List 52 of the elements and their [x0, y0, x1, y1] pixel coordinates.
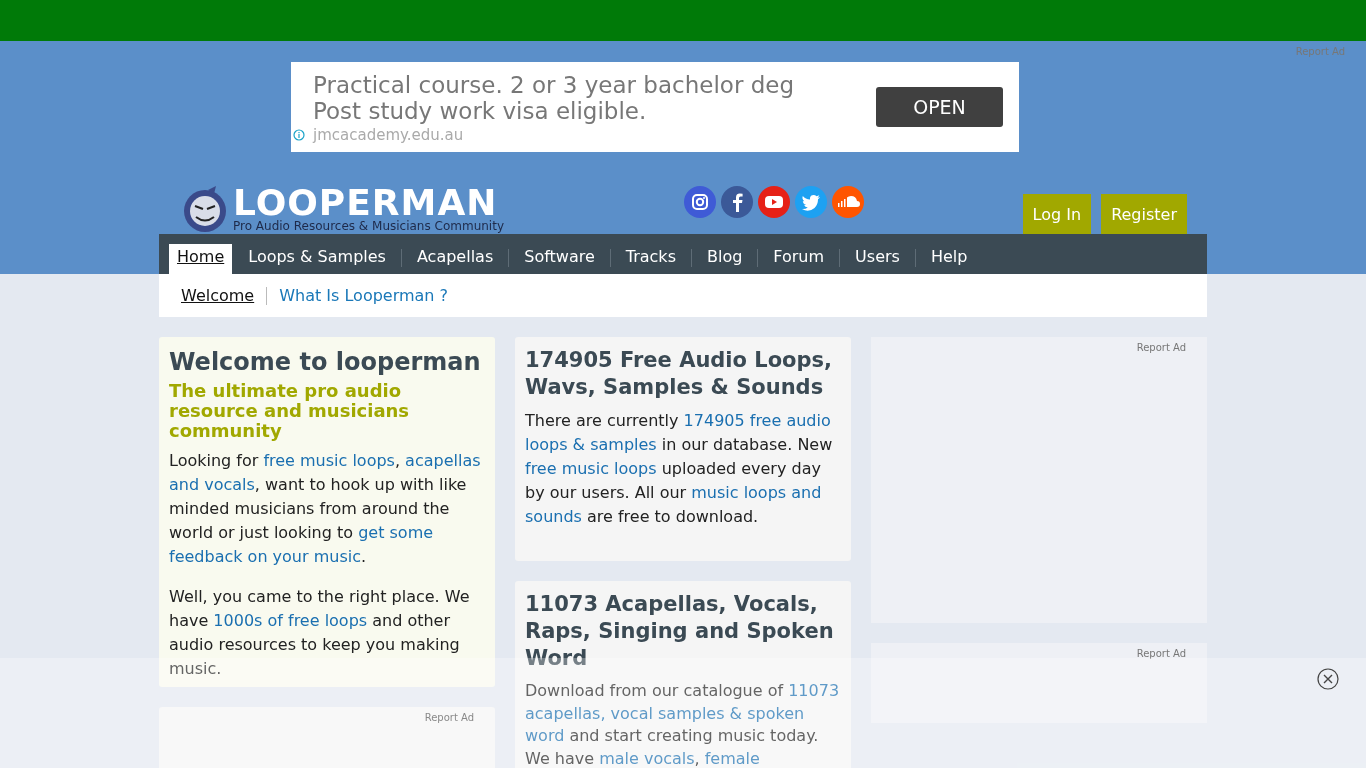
nav-tab[interactable]: Blog: [698, 244, 751, 274]
nav-tab[interactable]: Tracks: [617, 244, 684, 274]
nav-tab[interactable]: Users: [847, 244, 908, 274]
close-icon[interactable]: [1317, 668, 1339, 690]
text-link[interactable]: music loops and: [691, 483, 822, 502]
ad-domain: jmcacademy.edu.au: [313, 125, 464, 146]
card-heading: 174905 Free Audio Loops, Wavs, Samples & Sounds: [525, 347, 834, 401]
facebook-icon[interactable]: [721, 186, 753, 218]
report-ad-link[interactable]: Report Ad: [424, 712, 474, 723]
text-link[interactable]: word: [525, 726, 565, 745]
intro-paragraph: Well, you came to the right place. We have 1000s of free loops and other audio resources to keep you making music.: [169, 586, 471, 680]
twitter-icon[interactable]: [795, 186, 827, 218]
nav-tab[interactable]: Home: [169, 244, 233, 274]
ad-headline: Practical course. 2 or 3 year bachelor deg: [313, 72, 794, 98]
text-link[interactable]: feedback on your music: [169, 547, 361, 566]
text-link[interactable]: female: [704, 748, 760, 768]
text-link[interactable]: sounds: [525, 507, 582, 526]
nav-tab[interactable]: Loops & Samples: [240, 244, 394, 274]
nav-tab[interactable]: Acapellas: [408, 244, 502, 274]
ad-headline: Post study work visa eligible.: [313, 98, 648, 124]
logo-title[interactable]: LOOPERMAN: [233, 185, 504, 220]
text-link[interactable]: acapellas, vocal samples & spoken: [525, 703, 805, 723]
youtube-icon[interactable]: [758, 186, 790, 218]
text-link[interactable]: get some: [358, 523, 434, 542]
text-link[interactable]: free music loops: [263, 451, 395, 470]
nav-tab[interactable]: Forum: [765, 244, 833, 274]
text-link[interactable]: free music loops: [525, 459, 657, 478]
card-paragraph: Download from our catalogue of 11073 acapellas, vocal samples & spoken word and start creating music today. We have male vocals, female: [525, 680, 841, 768]
nav-tab[interactable]: Help: [922, 244, 976, 274]
text-link[interactable]: male vocals: [599, 748, 695, 768]
text-link[interactable]: 174905 free audio: [683, 411, 831, 430]
text-link[interactable]: acapellas: [405, 451, 481, 470]
instagram-icon[interactable]: [684, 186, 716, 218]
welcome-subheading: The ultimate pro audio resource and musicians community: [169, 381, 411, 441]
logo-tagline: Pro Audio Resources & Musicians Community: [233, 219, 504, 233]
report-ad-link[interactable]: Report Ad: [1136, 342, 1186, 353]
subnav-link[interactable]: Welcome: [181, 286, 255, 305]
text-link[interactable]: 11073: [788, 681, 840, 700]
intro-paragraph: Looking for free music loops, acapellas and vocals, want to hook up with like minded musicians from around the world or just looking to get some feedback on your music.: [169, 450, 482, 568]
cloud-icon[interactable]: [832, 186, 864, 218]
info-icon[interactable]: [293, 129, 305, 141]
card-heading: 11073 Acapellas, Vocals, Raps, Singing and Spoken Word: [525, 591, 835, 672]
text-link[interactable]: 1000s of free loops: [213, 611, 368, 630]
open-button[interactable]: OPEN: [876, 87, 1003, 127]
nav-tab[interactable]: Software: [516, 244, 603, 274]
card-paragraph: There are currently 174905 free audio loops & samples in our database. New free music loops uploaded every day by our users. All our music loops and sounds are free to download.: [525, 410, 834, 528]
ad-banner[interactable]: Practical course. 2 or 3 year bachelor deg Post study work visa eligible. jmcacademy.edu.au OPEN: [291, 62, 1019, 152]
text-link[interactable]: loops & samples: [525, 435, 657, 454]
text-link[interactable]: and vocals: [169, 475, 255, 494]
report-ad-link[interactable]: Report Ad: [1136, 648, 1186, 659]
subnav-link[interactable]: What Is Looperman ?: [279, 286, 449, 305]
welcome-heading: Welcome to looperman: [169, 347, 482, 377]
